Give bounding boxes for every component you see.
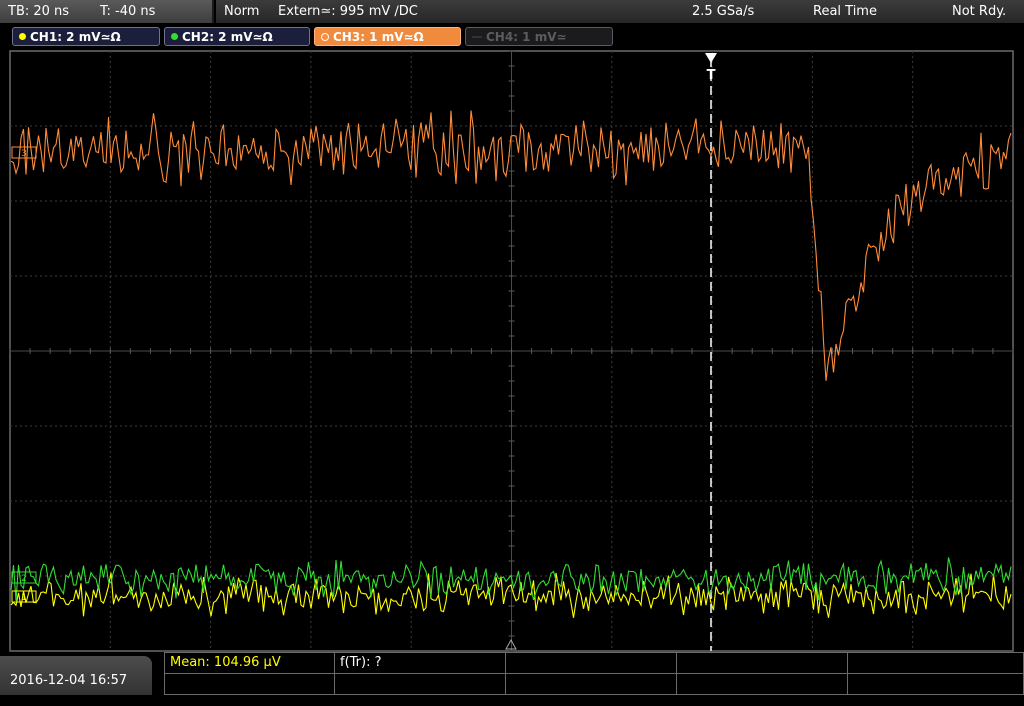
acquisition-mode[interactable]: Real Time [813, 0, 877, 23]
ch2-label: CH2: 2 mV≃Ω [182, 30, 273, 44]
waveform-svg[interactable]: T 3 2 1 [0, 50, 1024, 652]
graticule [9, 50, 1014, 652]
ch4-label: CH4: 1 mV≃ [486, 30, 567, 44]
trigger-time-value[interactable]: T: -40 ns [100, 0, 155, 23]
tab-ch1[interactable]: CH1: 2 mV≃Ω [12, 27, 160, 46]
ch1-marker-label: 1 [21, 593, 27, 603]
waveform-display[interactable]: T 3 2 1 [0, 50, 1024, 652]
ch3-label: CH3: 1 mV≃Ω [333, 30, 424, 44]
ch2-marker-label: 2 [21, 574, 27, 584]
status-bar: TB: 20 ns T: -40 ns Norm Extern≃: 995 mV… [0, 0, 1024, 25]
trigger-position-icon[interactable] [705, 53, 717, 63]
date-time: 2016-12-04 16:57 [0, 656, 152, 695]
measurement-mean[interactable]: Mean: 104.96 µV [170, 653, 281, 673]
ch3-marker-label: 3 [21, 149, 27, 159]
ch1-indicator-icon [19, 33, 26, 40]
channel-tabs: CH1: 2 mV≃Ω CH2: 2 mV≃Ω CH3: 1 mV≃Ω CH4:… [0, 25, 1024, 50]
measurement-frequency[interactable]: f(Tr): ? [340, 653, 382, 673]
ch3-indicator-icon [321, 32, 329, 41]
sample-rate[interactable]: 2.5 GSa/s [692, 0, 754, 23]
tab-ch2[interactable]: CH2: 2 mV≃Ω [164, 27, 310, 46]
bottom-bar: 2016-12-04 16:57 Mean: 104.96 µV f(Tr): … [0, 652, 1024, 695]
tab-ch4[interactable]: CH4: 1 mV≃ [465, 27, 613, 46]
measurement-grid [164, 652, 1024, 695]
measurement-panel[interactable]: Mean: 104.96 µV f(Tr): ? [164, 652, 1024, 695]
trigger-mode[interactable]: Norm [224, 0, 259, 23]
trigger-marker-label: T [707, 68, 716, 83]
acquisition-state: Not Rdy. [952, 4, 1007, 19]
ch1-label: CH1: 2 mV≃Ω [30, 30, 121, 44]
ch2-offset-marker[interactable]: 2 [11, 571, 37, 584]
trigger-source[interactable]: Extern≃: 995 mV ∕DC [278, 0, 418, 23]
tab-ch3[interactable]: CH3: 1 mV≃Ω [314, 27, 461, 46]
trigger-panel[interactable]: Norm Extern≃: 995 mV ∕DC 2.5 GSa/s Real … [216, 0, 1024, 23]
ch4-indicator-icon [472, 35, 482, 38]
ch2-indicator-icon [171, 33, 178, 40]
timebase-panel[interactable]: TB: 20 ns T: -40 ns [0, 0, 214, 23]
timebase-value[interactable]: TB: 20 ns [8, 0, 69, 23]
